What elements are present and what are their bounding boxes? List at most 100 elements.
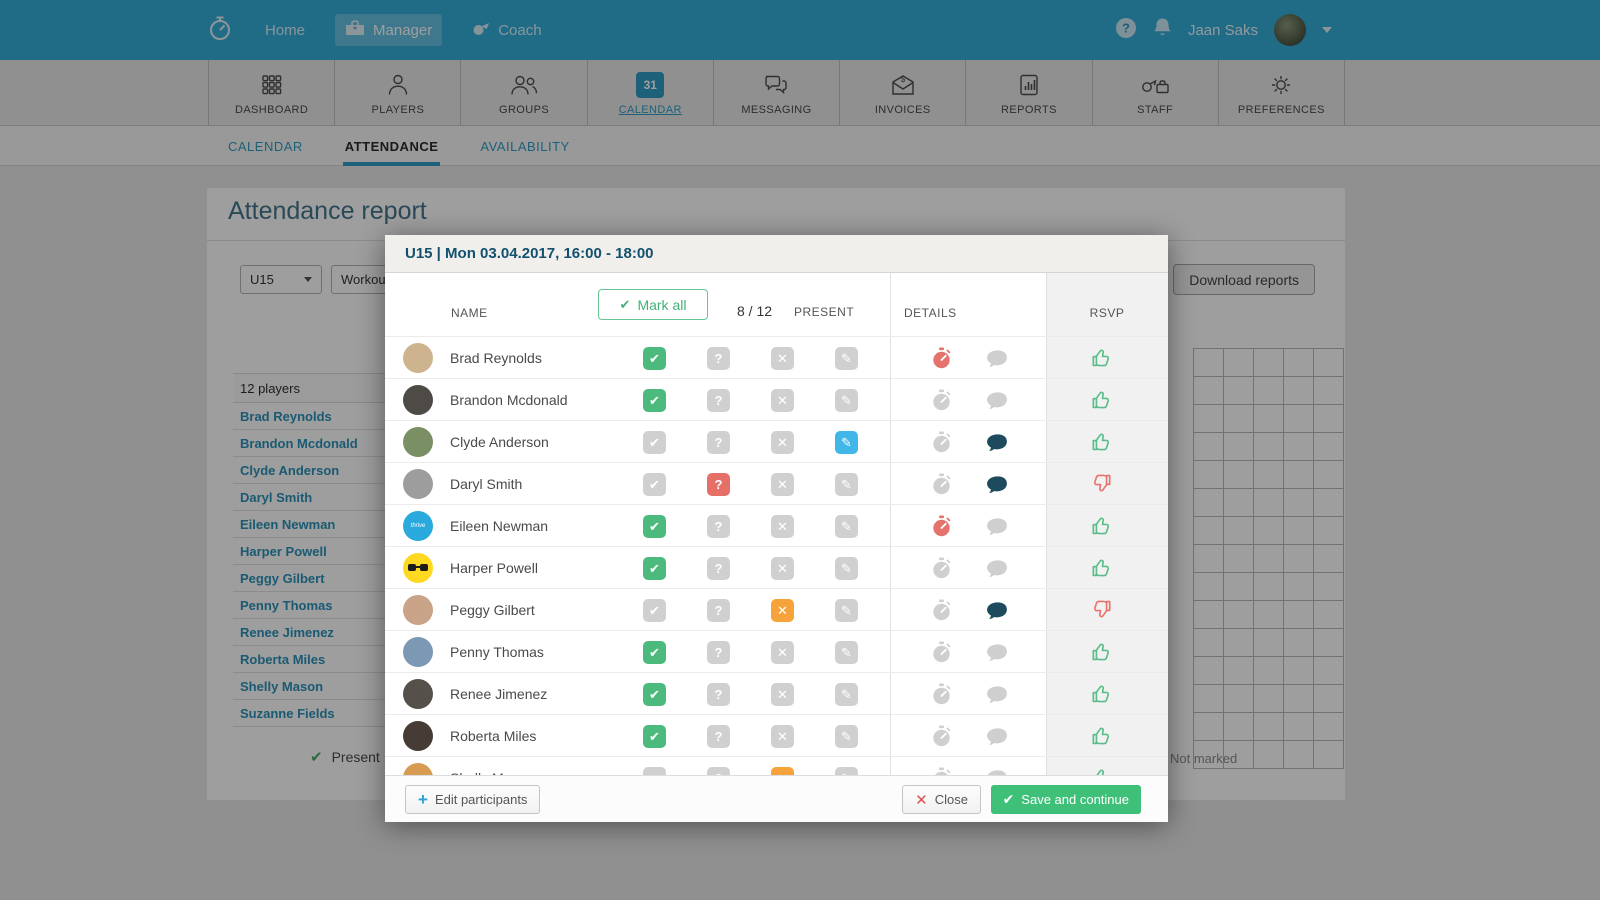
player-row: Renee Jimenez✔?✕✎: [385, 672, 1168, 714]
mark-absent-button[interactable]: ✕: [771, 599, 794, 622]
mark-absent-button[interactable]: ✕: [771, 347, 794, 370]
avatar: [403, 469, 433, 499]
mark-note-button[interactable]: ✎: [835, 431, 858, 454]
edit-participants-button[interactable]: + Edit participants: [405, 785, 540, 814]
mark-unknown-button[interactable]: ?: [707, 347, 730, 370]
mark-unknown-button[interactable]: ?: [707, 473, 730, 496]
time-details-icon[interactable]: [931, 473, 952, 501]
present-count: 8 / 12: [737, 303, 772, 319]
mark-unknown-button[interactable]: ?: [707, 725, 730, 748]
modal-footer: + Edit participants ✕ Close ✔ Save and c…: [385, 775, 1168, 822]
comment-icon[interactable]: [986, 601, 1009, 626]
rsvp-thumb-down-icon: [1090, 599, 1113, 625]
mark-absent-button[interactable]: ✕: [771, 767, 794, 775]
player-name: Shelly Mason: [450, 757, 534, 775]
comment-icon[interactable]: [986, 559, 1009, 584]
save-and-continue-button[interactable]: ✔ Save and continue: [991, 785, 1141, 814]
mark-note-button[interactable]: ✎: [835, 683, 858, 706]
avatar: [403, 679, 433, 709]
comment-icon[interactable]: [986, 643, 1009, 668]
player-row: Clyde Anderson✔?✕✎: [385, 420, 1168, 462]
mark-absent-button[interactable]: ✕: [771, 473, 794, 496]
mark-unknown-button[interactable]: ?: [707, 599, 730, 622]
time-details-icon[interactable]: [931, 683, 952, 711]
mark-absent-button[interactable]: ✕: [771, 515, 794, 538]
mark-unknown-button[interactable]: ?: [707, 389, 730, 412]
time-details-icon[interactable]: [931, 431, 952, 459]
mark-present-button[interactable]: ✔: [643, 431, 666, 454]
mark-absent-button[interactable]: ✕: [771, 557, 794, 580]
close-label: Close: [935, 792, 968, 807]
time-details-icon[interactable]: [931, 725, 952, 753]
player-name: Brandon Mcdonald: [450, 379, 568, 421]
player-name: Penny Thomas: [450, 631, 544, 673]
edit-participants-label: Edit participants: [435, 792, 528, 807]
rsvp-thumb-up-icon: [1090, 431, 1113, 457]
comment-icon[interactable]: [986, 727, 1009, 752]
mark-note-button[interactable]: ✎: [835, 599, 858, 622]
mark-present-button[interactable]: ✔: [643, 683, 666, 706]
comment-icon[interactable]: [986, 433, 1009, 458]
mark-note-button[interactable]: ✎: [835, 515, 858, 538]
player-name: Roberta Miles: [450, 715, 536, 757]
mark-note-button[interactable]: ✎: [835, 389, 858, 412]
time-details-icon[interactable]: [931, 767, 952, 775]
mark-present-button[interactable]: ✔: [643, 599, 666, 622]
mark-absent-button[interactable]: ✕: [771, 683, 794, 706]
column-header-present: PRESENT: [794, 305, 854, 319]
player-row: thriveEileen Newman✔?✕✎: [385, 504, 1168, 546]
rsvp-thumb-up-icon: [1090, 557, 1113, 583]
modal-title: U15 | Mon 03.04.2017, 16:00 - 18:00: [385, 235, 1168, 273]
comment-icon[interactable]: [986, 349, 1009, 374]
rsvp-thumb-up-icon: [1090, 725, 1113, 751]
avatar: thrive: [403, 511, 433, 541]
mark-unknown-button[interactable]: ?: [707, 557, 730, 580]
mark-unknown-button[interactable]: ?: [707, 515, 730, 538]
mark-unknown-button[interactable]: ?: [707, 683, 730, 706]
rsvp-thumb-up-icon: [1090, 347, 1113, 373]
mark-absent-button[interactable]: ✕: [771, 725, 794, 748]
time-details-icon[interactable]: [931, 641, 952, 669]
mark-note-button[interactable]: ✎: [835, 725, 858, 748]
rsvp-thumb-up-icon: [1090, 767, 1113, 775]
comment-icon[interactable]: [986, 475, 1009, 500]
mark-note-button[interactable]: ✎: [835, 641, 858, 664]
comment-icon[interactable]: [986, 391, 1009, 416]
mark-absent-button[interactable]: ✕: [771, 431, 794, 454]
close-button[interactable]: ✕ Close: [902, 785, 981, 814]
check-icon: ✔: [1003, 791, 1015, 808]
mark-present-button[interactable]: ✔: [643, 473, 666, 496]
mark-absent-button[interactable]: ✕: [771, 389, 794, 412]
time-details-icon[interactable]: [931, 557, 952, 585]
mark-present-button[interactable]: ✔: [643, 515, 666, 538]
time-details-icon[interactable]: [931, 389, 952, 417]
mark-present-button[interactable]: ✔: [643, 641, 666, 664]
comment-icon[interactable]: [986, 517, 1009, 542]
mark-unknown-button[interactable]: ?: [707, 767, 730, 775]
mark-present-button[interactable]: ✔: [643, 767, 666, 775]
time-details-icon[interactable]: [931, 347, 952, 375]
mark-present-button[interactable]: ✔: [643, 389, 666, 412]
mark-note-button[interactable]: ✎: [835, 347, 858, 370]
mark-absent-button[interactable]: ✕: [771, 641, 794, 664]
mark-present-button[interactable]: ✔: [643, 725, 666, 748]
mark-note-button[interactable]: ✎: [835, 767, 858, 775]
time-details-icon[interactable]: [931, 599, 952, 627]
mark-note-button[interactable]: ✎: [835, 557, 858, 580]
check-icon: ✔: [620, 297, 631, 313]
player-name: Daryl Smith: [450, 463, 522, 505]
mark-present-button[interactable]: ✔: [643, 347, 666, 370]
mark-unknown-button[interactable]: ?: [707, 431, 730, 454]
mark-all-button[interactable]: ✔ Mark all: [598, 289, 708, 320]
mark-present-button[interactable]: ✔: [643, 557, 666, 580]
modal-table-header: NAME ✔ Mark all 8 / 12 PRESENT DETAILS R…: [385, 273, 1168, 336]
avatar: [403, 637, 433, 667]
comment-icon[interactable]: [986, 685, 1009, 710]
player-row: Shelly Mason ✔? ✕ ✎: [385, 756, 1168, 775]
time-details-icon[interactable]: [931, 515, 952, 543]
mark-note-button[interactable]: ✎: [835, 473, 858, 496]
rsvp-thumb-up-icon: [1090, 515, 1113, 541]
avatar: [403, 427, 433, 457]
mark-unknown-button[interactable]: ?: [707, 641, 730, 664]
close-icon: ✕: [915, 791, 928, 809]
